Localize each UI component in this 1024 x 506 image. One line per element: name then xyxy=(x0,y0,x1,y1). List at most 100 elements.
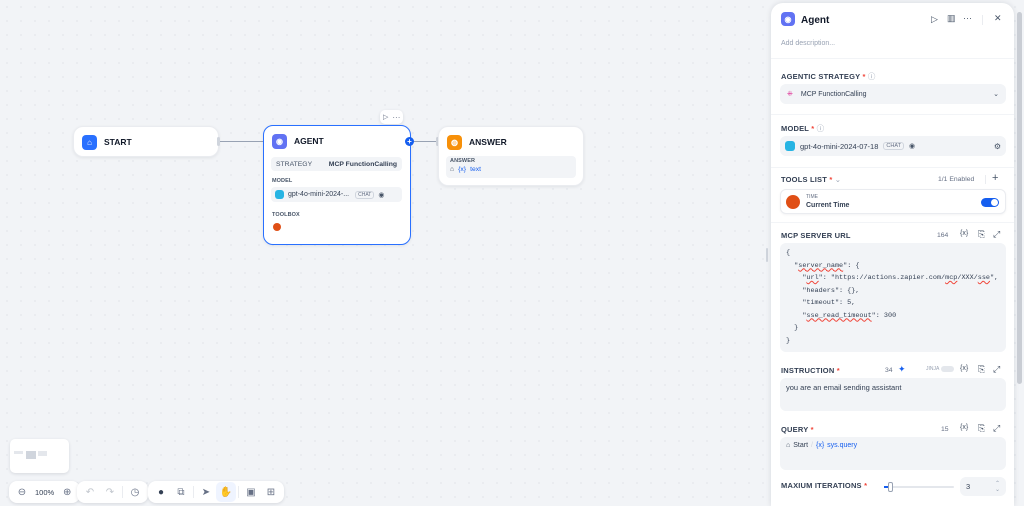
organize-icon[interactable]: ⊞ xyxy=(261,482,281,502)
mcp-line-5: "timeout": 5, xyxy=(786,299,856,307)
minimap[interactable] xyxy=(10,439,69,473)
answer-var-name: text xyxy=(470,166,482,173)
zoom-out-icon[interactable]: ⊖ xyxy=(12,482,32,502)
home-icon: ⌂ xyxy=(82,134,97,150)
panel-title[interactable]: Agent xyxy=(801,15,829,26)
instruction-input[interactable]: you are an email sending assistant xyxy=(780,378,1006,411)
mcp-char-count: 164 xyxy=(937,232,949,239)
tool-provider: TIME xyxy=(806,194,818,200)
answer-var-prefix: {x} xyxy=(458,166,467,173)
strategy-select[interactable]: ⁜ MCP FunctionCalling ⌄ xyxy=(780,84,1006,104)
model-select-badge: CHAT xyxy=(883,142,904,150)
mcp-line-1: { xyxy=(786,249,791,257)
run-icon[interactable]: ▷ xyxy=(931,14,938,25)
mcp-line-7: } xyxy=(786,324,799,332)
strategy-label: STRATEGY xyxy=(276,160,313,168)
iterations-value: 3 xyxy=(966,482,971,491)
history-toolbar: ↶ ↷ ◷ xyxy=(77,481,148,503)
history-icon[interactable]: ◷ xyxy=(125,482,145,502)
iterations-section-label: MAXIUM ITERATIONS * xyxy=(781,481,868,490)
redo-icon[interactable]: ↷ xyxy=(100,482,120,502)
image-export-icon[interactable]: ▣ xyxy=(241,482,261,502)
edge-start-agent xyxy=(220,141,263,142)
tools-toolbar: ● ⧉ ➤ ✋ ▣ ⊞ xyxy=(148,481,284,503)
query-input[interactable]: ⌂ Start / {x} sys.query xyxy=(780,437,1006,470)
tools-enabled-count: 1/1 Enabled xyxy=(938,176,975,183)
hand-icon[interactable]: ✋ xyxy=(216,482,236,502)
more-icon[interactable]: ··· xyxy=(392,113,400,122)
iterations-slider[interactable] xyxy=(884,482,954,492)
copy-icon[interactable]: ⎘ xyxy=(978,423,985,434)
run-node-icon[interactable]: ▷ xyxy=(383,113,388,121)
expand-icon[interactable]: ⤢ xyxy=(993,229,1000,240)
tools-section-label: TOOLS LIST * ⌄ xyxy=(781,175,842,184)
query-source: Start xyxy=(793,442,809,449)
panel-scrollbar[interactable] xyxy=(1017,12,1022,384)
mcp-line-6: "sse_read_timeout": 300 xyxy=(786,311,897,320)
home-small-icon: ⌂ xyxy=(786,442,791,449)
copy-icon[interactable]: ⎘ xyxy=(978,229,985,240)
start-node[interactable]: ⌂ START xyxy=(73,126,219,157)
sparkle-icon[interactable]: ✦ xyxy=(898,364,906,375)
insert-var-icon[interactable]: {x} xyxy=(960,365,968,372)
instruction-value: you are an email sending assistant xyxy=(786,383,902,392)
workflow-canvas[interactable]: ⌂ START ▷ ··· ◉ AGENT STRATEGY MCP Funct… xyxy=(0,0,768,506)
panel-resize-handle[interactable] xyxy=(766,248,768,262)
mcp-code-editor[interactable]: { "server_name": { "url": "https://actio… xyxy=(780,243,1006,352)
query-var-prefix: {x} xyxy=(815,442,825,449)
close-icon[interactable]: ✕ xyxy=(994,13,1002,24)
chevron-down-icon: ⌄ xyxy=(993,91,999,98)
add-next-node-icon[interactable]: + xyxy=(405,137,414,146)
agent-panel-icon: ◉ xyxy=(781,12,795,26)
query-var: sys.query xyxy=(827,442,858,449)
tool-toggle[interactable] xyxy=(981,198,999,207)
slider-thumb[interactable] xyxy=(888,482,893,492)
undo-icon[interactable]: ↶ xyxy=(80,482,100,502)
instruction-char-count: 34 xyxy=(885,367,893,374)
copy-icon[interactable]: ⎘ xyxy=(978,364,985,375)
model-section-label: MODEL * ⓘ xyxy=(781,124,825,133)
edge-agent-answer xyxy=(414,141,438,142)
expand-icon[interactable]: ⤢ xyxy=(993,364,1000,375)
tool-card[interactable]: TIME Current Time xyxy=(780,189,1006,214)
strategy-select-value: MCP FunctionCalling xyxy=(800,90,867,98)
add-tool-icon[interactable]: + xyxy=(992,172,998,184)
add-node-icon[interactable]: ● xyxy=(151,482,171,502)
start-node-title: START xyxy=(104,137,132,147)
node-settings-panel: ◉ Agent ▷ ▥ ··· ✕ Add description... AGE… xyxy=(771,3,1014,506)
answer-node-title: ANSWER xyxy=(469,137,507,147)
eye-icon: ◉ xyxy=(908,143,916,150)
query-section-label: QUERY * xyxy=(781,425,814,434)
mcp-line-3: "url": "https://actions.zapier.com/mcp/X… xyxy=(786,274,999,282)
agent-node-toolbar: ▷ ··· xyxy=(380,110,404,124)
insert-var-icon[interactable]: {x} xyxy=(960,424,968,431)
strategy-section-label: AGENTIC STRATEGY * ⓘ xyxy=(781,72,876,81)
add-note-icon[interactable]: ⧉ xyxy=(171,482,191,502)
answer-icon: ◍ xyxy=(447,134,462,150)
strategy-icon: ⁜ xyxy=(787,91,793,98)
model-select[interactable]: gpt-4o-mini-2024-07-18 CHAT ◉ ⚙ xyxy=(780,136,1006,156)
agent-node-title: AGENT xyxy=(294,136,324,146)
model-settings-icon[interactable]: ⚙ xyxy=(994,142,1001,151)
agent-icon: ◉ xyxy=(272,133,287,149)
model-badge: CHAT xyxy=(355,190,375,199)
zoom-in-icon[interactable]: ⊕ xyxy=(57,482,77,502)
answer-node[interactable]: ◍ ANSWER ANSWER ⌂ {x} text xyxy=(438,126,584,186)
query-char-count: 15 xyxy=(941,426,949,433)
tool-name: Current Time xyxy=(806,202,850,209)
insert-var-icon[interactable]: {x} xyxy=(960,230,968,237)
jinja-toggle[interactable]: JINJA xyxy=(926,366,955,372)
zoom-level[interactable]: 100% xyxy=(32,488,57,497)
agent-node[interactable]: ◉ AGENT STRATEGY MCP FunctionCalling MOD… xyxy=(263,125,411,245)
description-input[interactable]: Add description... xyxy=(781,40,835,47)
more-options-icon[interactable]: ··· xyxy=(963,13,972,23)
stepper-icon[interactable]: ⌃ ⌄ xyxy=(995,481,1000,493)
iterations-input[interactable]: 3 ⌃ ⌄ xyxy=(960,477,1006,496)
eye-icon: ◉ xyxy=(378,191,385,199)
expand-icon[interactable]: ⤢ xyxy=(993,423,1000,434)
pointer-icon[interactable]: ➤ xyxy=(196,482,216,502)
clock-icon xyxy=(786,195,800,209)
jinja-label: JINJA xyxy=(926,366,940,372)
answer-label: ANSWER xyxy=(450,158,476,164)
split-view-icon[interactable]: ▥ xyxy=(947,13,956,24)
